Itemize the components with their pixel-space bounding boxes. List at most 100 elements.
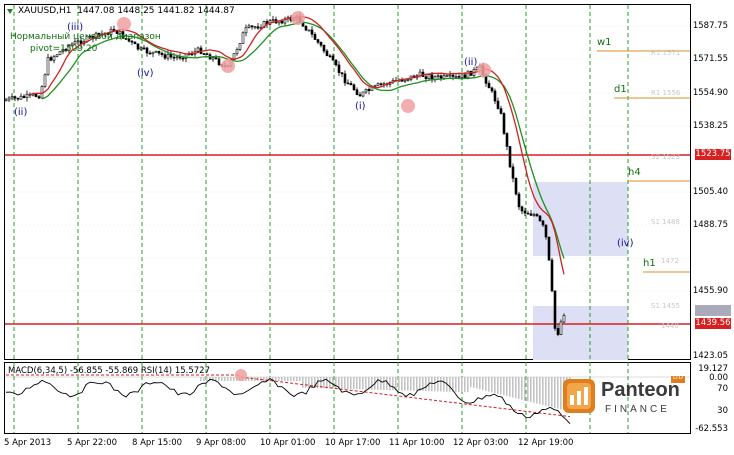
ghost-label: S1 1455 (651, 302, 680, 310)
candle-body (517, 193, 521, 208)
candle-body (214, 57, 218, 59)
wave-label: (ii) (14, 107, 28, 118)
time-tick: 12 Apr 19:00 (518, 438, 574, 448)
wave-label: (iv) (617, 238, 634, 249)
candle-body (235, 49, 239, 54)
macd-bar (557, 377, 559, 409)
candle-body (37, 96, 41, 99)
candle-body (499, 108, 503, 114)
candle-body (172, 56, 176, 59)
candle-body (358, 94, 362, 97)
candle-body (244, 27, 248, 34)
macd-bar (296, 377, 298, 381)
candle-body (211, 57, 215, 60)
candle-body (253, 26, 257, 29)
macd-bar (443, 377, 445, 392)
macd-bar (326, 377, 328, 389)
candle-body (460, 74, 464, 78)
macd-bar (482, 377, 484, 390)
zone-label-h1: h1 (643, 258, 656, 269)
time-tick: 8 Apr 15:00 (132, 438, 183, 448)
candle-body (163, 54, 167, 59)
price-tick: 1455.90 (692, 286, 728, 296)
candle-body (406, 79, 410, 81)
time-tick: 10 Apr 17:00 (325, 438, 381, 448)
macd-bar (539, 377, 541, 405)
macd-bar (533, 377, 535, 403)
macd-bar (200, 377, 202, 381)
macd-bar (512, 377, 514, 398)
candle-body (349, 83, 353, 86)
macd-bar (476, 377, 478, 389)
price-tick: 1423.05 (692, 351, 728, 361)
macd-bar (206, 377, 208, 381)
pivot-marker (117, 17, 131, 31)
macd-bar (281, 377, 283, 381)
candle-body (322, 44, 326, 52)
candle-body (337, 64, 341, 73)
macd-bar (341, 377, 343, 389)
price-tick: 1571.55 (692, 54, 728, 64)
macd-bar (467, 377, 469, 393)
candle-body (364, 89, 368, 93)
pivot-marker (401, 99, 415, 113)
chart-title: XAUUSD,H1 1447.08 1448.25 1441.82 1444.8… (18, 6, 235, 16)
candle-body (178, 56, 182, 59)
candle-body (508, 146, 512, 168)
macd-bar (515, 377, 517, 399)
macd-bar (419, 377, 421, 391)
candle-body (7, 97, 11, 101)
macd-bar (431, 377, 433, 392)
macd-bar (293, 377, 295, 381)
macd-bar (380, 377, 382, 390)
candle-body (400, 79, 404, 82)
macd-bar (323, 377, 325, 389)
candle-body (43, 74, 47, 87)
macd-bar (449, 377, 451, 392)
macd-bar (470, 377, 472, 387)
candle-body (511, 166, 515, 179)
macd-bar (551, 377, 553, 408)
candle-body (430, 74, 434, 80)
candle-body (535, 214, 539, 217)
candle-body (175, 56, 179, 59)
macd-bar (233, 377, 235, 381)
candle-body (490, 87, 494, 92)
macd-bar (509, 377, 511, 397)
candle-body (205, 53, 209, 55)
candle-body (352, 84, 356, 91)
candle-body (355, 89, 359, 95)
candle-body (133, 41, 137, 45)
macd-bar (479, 377, 481, 390)
price-tag-upper: 1523.75 (695, 149, 731, 160)
macd-label: MACD(6,34,5) -56.855 -55.869 RSI(14) 15.… (8, 366, 210, 376)
zone-label-h4: h4 (628, 167, 641, 178)
candle-body (457, 76, 461, 78)
macd-bar (251, 377, 253, 381)
macd-bar (377, 377, 379, 390)
candle-body (463, 74, 467, 79)
macd-bar (353, 377, 355, 390)
macd-bar (461, 377, 463, 393)
price-tag-lower: 1439.56 (695, 318, 731, 329)
macd-bar (410, 377, 412, 391)
candle-body (334, 59, 338, 66)
candle-body (157, 50, 161, 54)
macd-bar (332, 377, 334, 389)
candle-body (520, 206, 524, 212)
price-tick: 1488.75 (692, 220, 728, 230)
macd-bar (485, 377, 487, 391)
panteon-logo: LTD Panteon FINANCE (561, 373, 687, 421)
candle-body (160, 52, 164, 55)
candle-body (361, 91, 365, 97)
candle-body (403, 79, 407, 82)
time-tick: 5 Apr 22:00 (67, 438, 118, 448)
candle-body (379, 83, 383, 85)
macd-bar (554, 377, 556, 408)
macd-bar (527, 377, 529, 402)
candle-body (331, 55, 335, 61)
candle-body (151, 51, 155, 54)
candle-body (562, 315, 566, 323)
candle-body (55, 54, 59, 57)
macd-bar (488, 377, 490, 392)
